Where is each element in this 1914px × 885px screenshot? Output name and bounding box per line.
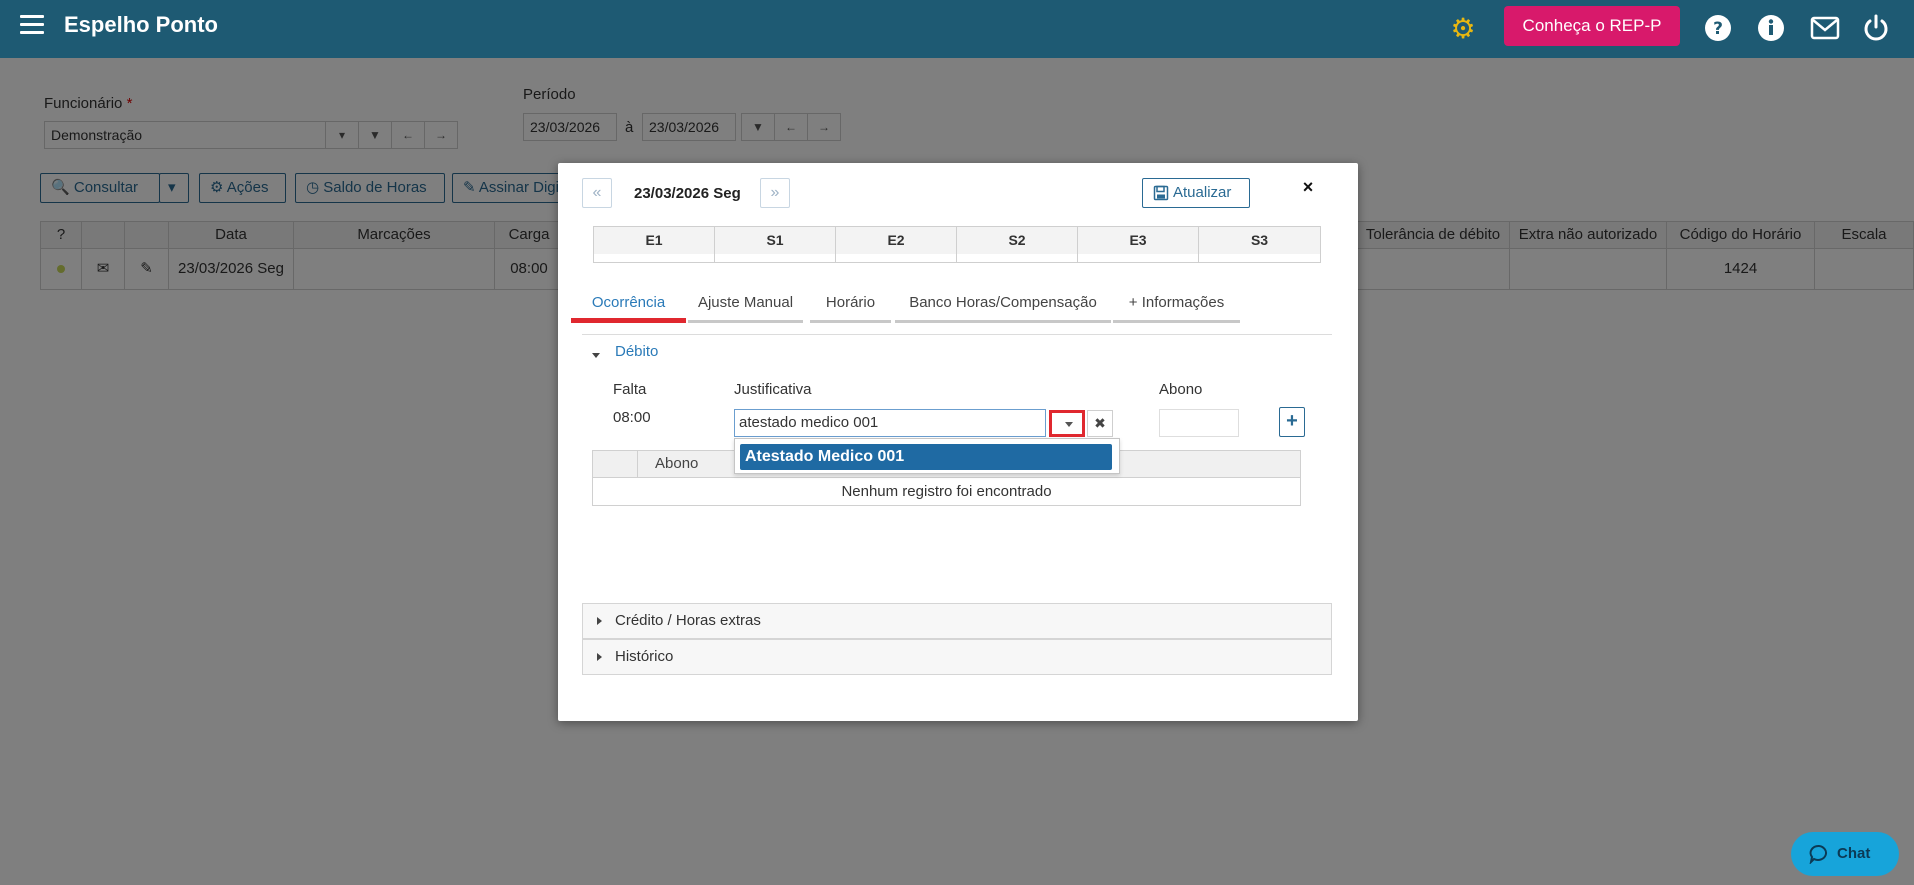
tabs-divider <box>582 334 1332 335</box>
gear-icon[interactable]: ⚙ <box>1448 14 1478 44</box>
justificativa-label: Justificativa <box>734 381 812 398</box>
info-icon[interactable] <box>1756 13 1786 43</box>
save-icon <box>1153 185 1169 201</box>
es-header-e2: E2 <box>835 226 957 255</box>
caret-right-icon <box>597 653 602 661</box>
es-cell[interactable] <box>1198 254 1321 263</box>
justificativa-input[interactable]: atestado medico 001 <box>734 409 1046 437</box>
app-title: Espelho Ponto <box>64 12 218 37</box>
clear-icon[interactable]: ✖ <box>1087 410 1113 437</box>
abono-label: Abono <box>1159 381 1203 398</box>
chevron-down-icon <box>1065 422 1073 427</box>
ocorrencia-modal: « 23/03/2026 Seg » Atualizar × E1 S1 E2 … <box>558 163 1358 721</box>
es-cell[interactable] <box>593 254 715 263</box>
falta-label: Falta <box>613 381 647 398</box>
caret-right-icon <box>597 617 602 625</box>
es-cell[interactable] <box>714 254 836 263</box>
justificativa-dropdown-list: Atestado Medico 001 <box>734 438 1120 474</box>
mail-icon[interactable] <box>1810 13 1840 43</box>
credito-panel[interactable]: Crédito / Horas extras <box>582 603 1332 639</box>
es-header-s3: S3 <box>1198 226 1321 255</box>
tab-ocorrencia[interactable]: Ocorrência <box>571 285 686 323</box>
chat-bubble-icon <box>1809 845 1827 864</box>
es-header-e1: E1 <box>593 226 715 255</box>
atualizar-button[interactable]: Atualizar <box>1142 178 1250 208</box>
prev-day-button[interactable]: « <box>582 178 612 208</box>
close-icon[interactable]: × <box>1296 175 1320 199</box>
historico-panel[interactable]: Histórico <box>582 639 1332 675</box>
tab-mais-informacoes[interactable]: + Informações <box>1113 285 1240 323</box>
caret-down-icon[interactable] <box>592 353 600 358</box>
empty-message: Nenhum registro foi encontrado <box>592 477 1301 506</box>
es-cell[interactable] <box>956 254 1078 263</box>
chat-button[interactable]: Chat <box>1791 832 1899 876</box>
es-cell[interactable] <box>1077 254 1199 263</box>
top-bar: Espelho Ponto ⚙ Conheça o REP-P ? <box>0 0 1914 58</box>
falta-value: 08:00 <box>613 409 651 426</box>
power-icon[interactable] <box>1861 13 1891 43</box>
es-header-s2: S2 <box>956 226 1078 255</box>
svg-text:?: ? <box>1713 19 1723 39</box>
modal-date: 23/03/2026 Seg <box>634 185 741 202</box>
add-button[interactable]: + <box>1279 407 1305 437</box>
tab-ajuste-manual[interactable]: Ajuste Manual <box>688 285 803 323</box>
tab-banco-horas[interactable]: Banco Horas/Compensação <box>895 285 1111 323</box>
inner-table-header-blank <box>592 450 638 478</box>
abono-input[interactable] <box>1159 409 1239 437</box>
next-day-button[interactable]: » <box>760 178 790 208</box>
dropdown-option[interactable]: Atestado Medico 001 <box>740 444 1112 470</box>
debito-section-toggle[interactable]: Débito <box>615 343 658 360</box>
es-header-e3: E3 <box>1077 226 1199 255</box>
menu-icon[interactable] <box>20 15 44 35</box>
es-header-s1: S1 <box>714 226 836 255</box>
rep-p-button[interactable]: Conheça o REP-P <box>1504 6 1680 46</box>
justificativa-dropdown-button[interactable] <box>1049 410 1085 437</box>
es-cell[interactable] <box>835 254 957 263</box>
tab-horario[interactable]: Horário <box>810 285 891 323</box>
help-icon[interactable]: ? <box>1703 13 1733 43</box>
